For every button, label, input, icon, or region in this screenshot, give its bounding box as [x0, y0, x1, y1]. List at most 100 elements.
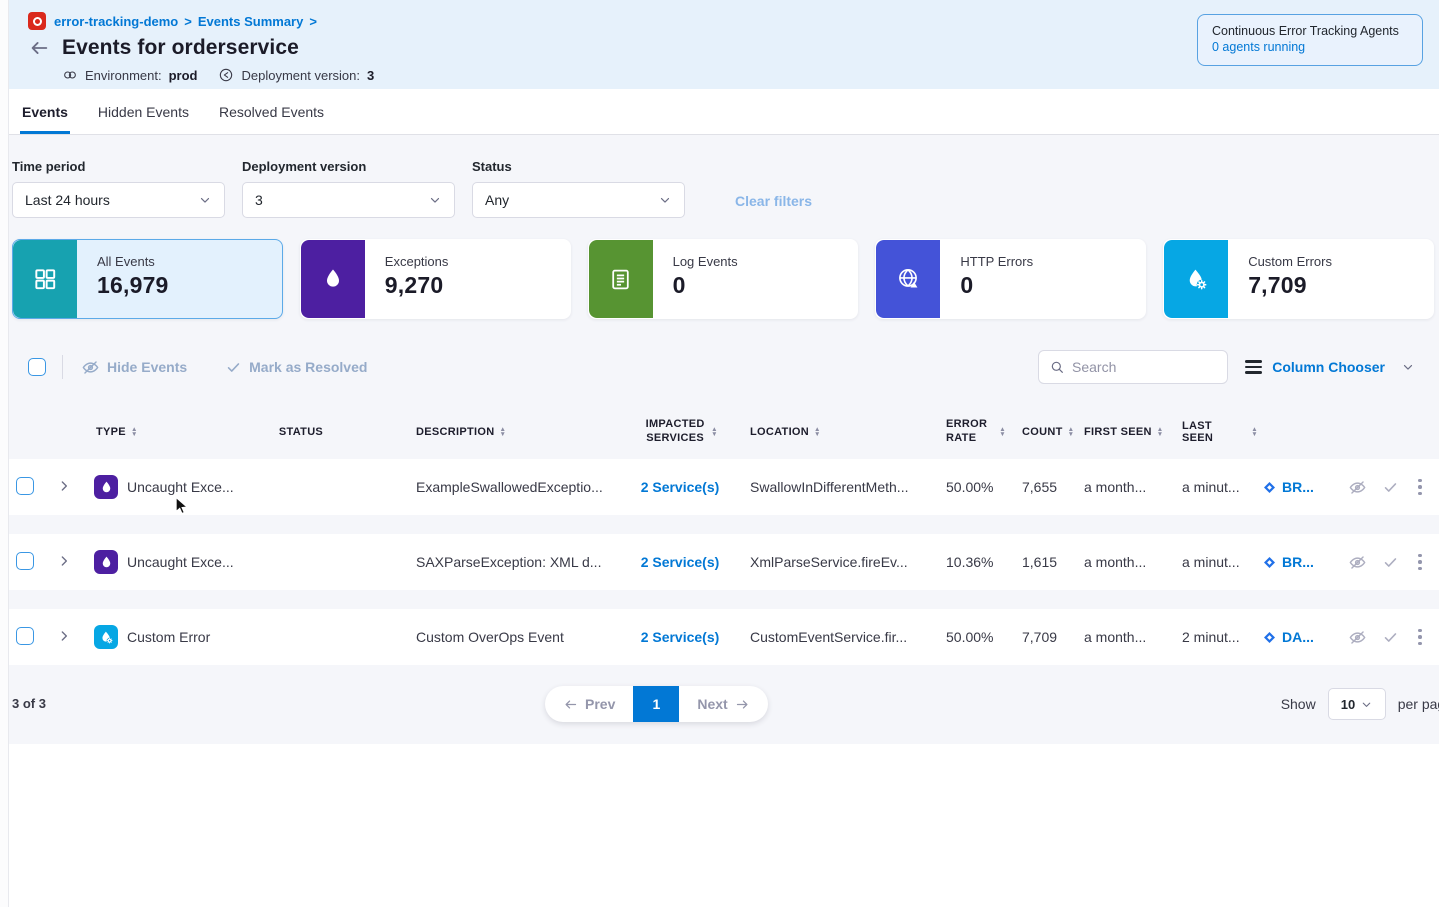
row-checkbox[interactable]	[16, 552, 34, 570]
search-input[interactable]	[1072, 359, 1217, 375]
hide-event-icon[interactable]	[1348, 553, 1367, 572]
deployment-version-filter-label: Deployment version	[242, 159, 455, 174]
table-footer: 3 of 3 Prev 1 Next Show 10 per page	[0, 684, 1439, 744]
page-number-button[interactable]: 1	[633, 686, 679, 722]
pagination: Prev 1 Next	[545, 686, 768, 722]
filters-bar: Time period Last 24 hours Deployment ver…	[0, 159, 1439, 218]
show-label: Show	[1281, 696, 1316, 712]
chevron-right-icon[interactable]	[56, 628, 72, 644]
impacted-services-link[interactable]: 2 Service(s)	[641, 479, 720, 495]
hamburger-icon	[1245, 360, 1262, 374]
search-box	[1038, 350, 1228, 384]
events-content: Time period Last 24 hours Deployment ver…	[0, 135, 1439, 744]
deployment-version-label: Deployment version:	[241, 68, 360, 83]
time-period-value: Last 24 hours	[25, 192, 110, 208]
stat-card-exceptions[interactable]: Exceptions 9,270	[300, 239, 571, 319]
last-seen: 2 minut...	[1174, 629, 1262, 645]
status-filter-label: Status	[472, 159, 685, 174]
log-document-icon	[589, 240, 653, 318]
row-menu-icon[interactable]	[1414, 627, 1426, 648]
sort-icon[interactable]: ▲▼	[499, 427, 506, 438]
clear-filters-button[interactable]: Clear filters	[735, 193, 812, 209]
resolve-event-icon[interactable]	[1382, 629, 1399, 646]
chevron-down-icon	[1401, 360, 1415, 374]
tab-events[interactable]: Events	[20, 92, 70, 134]
collapsed-nav-rail[interactable]	[0, 0, 9, 907]
stat-card-label: Custom Errors	[1248, 254, 1332, 269]
stat-card-value: 9,270	[385, 272, 449, 299]
select-all-checkbox[interactable]	[28, 358, 46, 376]
event-location: SwallowInDifferentMeth...	[738, 479, 928, 495]
row-menu-icon[interactable]	[1414, 552, 1426, 573]
agents-panel[interactable]: Continuous Error Tracking Agents 0 agent…	[1197, 14, 1423, 66]
breadcrumb-separator: >	[184, 14, 192, 29]
row-count-summary: 3 of 3	[12, 696, 46, 711]
breadcrumb-section-link[interactable]: Events Summary	[198, 14, 304, 29]
chevron-right-icon[interactable]	[56, 553, 72, 569]
row-checkbox[interactable]	[16, 477, 34, 495]
ticket-link[interactable]: BR...	[1282, 479, 1314, 495]
sort-icon[interactable]: ▲▼	[1251, 427, 1258, 438]
time-period-select[interactable]: Last 24 hours	[12, 182, 225, 218]
sort-icon[interactable]: ▲▼	[999, 427, 1006, 438]
stat-card-label: All Events	[97, 254, 169, 269]
impacted-services-link[interactable]: 2 Service(s)	[641, 629, 720, 645]
stat-cards: All Events 16,979 Exceptions 9,270 Log E…	[0, 239, 1439, 319]
page-header: error-tracking-demo > Events Summary > E…	[0, 0, 1439, 89]
stat-card-log-events[interactable]: Log Events 0	[588, 239, 859, 319]
stat-card-all-events[interactable]: All Events 16,979	[12, 239, 283, 319]
ticket-link[interactable]: DA...	[1282, 629, 1314, 645]
sort-icon[interactable]: ▲▼	[814, 427, 821, 438]
first-seen: a month...	[1076, 479, 1174, 495]
chevron-right-icon[interactable]	[56, 478, 72, 494]
tab-resolved-events[interactable]: Resolved Events	[217, 92, 326, 134]
stat-card-http-errors[interactable]: HTTP Errors 0	[875, 239, 1146, 319]
stat-card-label: Exceptions	[385, 254, 449, 269]
deployment-version-select[interactable]: 3	[242, 182, 455, 218]
toolbar-divider	[62, 355, 63, 379]
sort-icon[interactable]: ▲▼	[711, 427, 718, 438]
stat-card-custom-errors[interactable]: Custom Errors 7,709	[1163, 239, 1434, 319]
column-chooser-button[interactable]: Column Chooser	[1245, 359, 1415, 375]
tab-hidden-events[interactable]: Hidden Events	[96, 92, 191, 134]
last-seen: a minut...	[1174, 479, 1262, 495]
table-row: Uncaught Exce... ExampleSwallowedExcepti…	[0, 459, 1439, 515]
resolve-event-icon[interactable]	[1382, 554, 1399, 571]
mark-as-resolved-button[interactable]: Mark as Resolved	[225, 359, 367, 376]
event-count: 7,655	[1010, 479, 1076, 495]
deployment-version-filter-value: 3	[255, 192, 263, 208]
hide-event-icon[interactable]	[1348, 478, 1367, 497]
ticket-link[interactable]: BR...	[1282, 554, 1314, 570]
deployment-version-value: 3	[367, 68, 374, 83]
breadcrumb-project-link[interactable]: error-tracking-demo	[54, 14, 178, 29]
stat-card-value: 7,709	[1248, 272, 1332, 299]
flame-gear-icon	[1164, 240, 1228, 318]
row-checkbox[interactable]	[16, 627, 34, 645]
status-select[interactable]: Any	[472, 182, 685, 218]
sort-icon[interactable]: ▲▼	[1157, 427, 1164, 438]
stat-card-value: 0	[673, 272, 738, 299]
ticket-diamond-icon	[1262, 480, 1277, 495]
environment-value: prod	[169, 68, 198, 83]
event-type: Custom Error	[127, 629, 210, 645]
first-seen: a month...	[1076, 629, 1174, 645]
eye-slash-icon	[81, 358, 100, 377]
sort-icon[interactable]: ▲▼	[131, 427, 138, 438]
impacted-services-link[interactable]: 2 Service(s)	[641, 554, 720, 570]
breadcrumb-separator: >	[309, 14, 317, 29]
sort-icon[interactable]: ▲▼	[1068, 427, 1075, 438]
service-meta: Environment: prod Deployment version: 3	[62, 67, 1423, 83]
status-filter-value: Any	[485, 192, 509, 208]
last-seen: a minut...	[1174, 554, 1262, 570]
hide-event-icon[interactable]	[1348, 628, 1367, 647]
agents-running-link[interactable]: 0 agents running	[1212, 40, 1305, 54]
row-menu-icon[interactable]	[1414, 477, 1426, 498]
table-header: TYPE▲▼ STATUS DESCRIPTION▲▼ IMPACTED SER…	[0, 405, 1439, 459]
back-button[interactable]	[28, 37, 50, 59]
chevron-down-icon	[198, 193, 212, 207]
prev-page-button[interactable]: Prev	[545, 686, 633, 722]
page-size-select[interactable]: 10	[1328, 688, 1386, 720]
next-page-button[interactable]: Next	[679, 686, 767, 722]
resolve-event-icon[interactable]	[1382, 479, 1399, 496]
hide-events-button[interactable]: Hide Events	[81, 358, 187, 377]
